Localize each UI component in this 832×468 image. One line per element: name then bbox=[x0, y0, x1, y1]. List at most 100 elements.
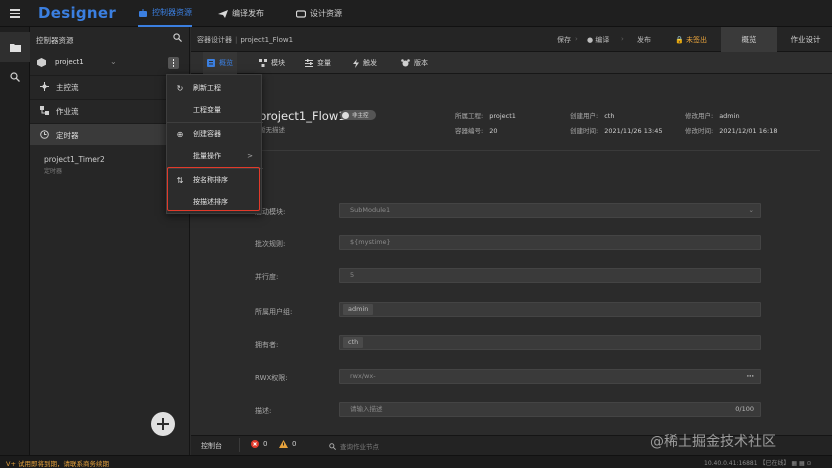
publish-button[interactable]: 发布 bbox=[637, 35, 651, 45]
nav-design-resources[interactable]: 设计资源 bbox=[296, 0, 342, 27]
left-rail bbox=[0, 27, 30, 455]
overview-icon bbox=[207, 59, 215, 67]
warning-icon bbox=[279, 440, 288, 448]
highlight-box bbox=[167, 167, 260, 211]
form-label-description: 描述: bbox=[255, 407, 272, 415]
robot-icon bbox=[139, 8, 147, 17]
owner-select[interactable]: cth bbox=[339, 335, 761, 350]
tab-overview[interactable]: 概览 bbox=[721, 27, 777, 52]
nav-label: 编译发布 bbox=[232, 9, 264, 18]
compile-button[interactable]: ● 编译 bbox=[587, 35, 609, 45]
project-name: project1 bbox=[55, 58, 84, 66]
designer-header: 容器设计器 | project1_Flow1 保存 › ● 编译 › 发布 🔒 未签… bbox=[191, 27, 832, 52]
char-counter: 0/100 bbox=[735, 405, 754, 413]
menu-item-label: 工程变量 bbox=[193, 106, 221, 114]
variable-icon bbox=[305, 59, 313, 67]
user-group-chip: admin bbox=[343, 304, 374, 315]
menu-item-refresh-project[interactable]: ↻ 刷新工程 bbox=[167, 77, 263, 99]
module-icon bbox=[259, 59, 267, 67]
rwx-permission-field[interactable]: rwx/wx- ··· bbox=[339, 369, 761, 384]
menu-item-batch-operations[interactable]: 批量操作 > bbox=[167, 145, 263, 167]
cloud-icon bbox=[296, 9, 306, 18]
plus-icon bbox=[157, 418, 169, 430]
search-icon[interactable] bbox=[0, 62, 30, 92]
subtab-label: 触发 bbox=[363, 59, 377, 67]
description-input[interactable]: 请输入描述 0/100 bbox=[339, 402, 761, 417]
subtab-label: 变量 bbox=[317, 59, 331, 67]
error-icon bbox=[251, 440, 259, 448]
job-node-search[interactable]: 查询作业节点 bbox=[329, 441, 379, 451]
meta-created-at: 创建时间: 2021/11/26 13:45 bbox=[570, 127, 663, 135]
menu-icon[interactable] bbox=[10, 7, 20, 19]
meta-container-id: 容器编号: 20 bbox=[455, 127, 498, 135]
license-warning: V+ 试用即将到期，请联系商务续期 bbox=[6, 460, 109, 468]
add-button[interactable] bbox=[151, 412, 175, 436]
timer-item-type: 定时器 bbox=[44, 168, 63, 175]
nav-compile-publish[interactable]: 编译发布 bbox=[218, 0, 264, 27]
owner-chip: cth bbox=[343, 337, 364, 348]
separator-chevron: › bbox=[575, 35, 578, 43]
menu-item-label: 创建容器 bbox=[193, 130, 221, 138]
subtab-label: 模块 bbox=[271, 59, 285, 67]
parallelism-input[interactable]: 5 bbox=[339, 268, 761, 283]
save-button[interactable]: 保存 bbox=[557, 35, 571, 45]
form-label-user-group: 所属用户组: bbox=[255, 308, 293, 316]
form-label-rwx: RWX权限: bbox=[255, 374, 288, 382]
menu-item-project-variables[interactable]: 工程变量 bbox=[167, 99, 263, 121]
more-icon[interactable]: ··· bbox=[747, 370, 754, 383]
connection-status: 10.40.0.41:16881 【已在线】 ▦ ▦ ⊙ bbox=[704, 460, 812, 467]
section-divider bbox=[205, 150, 820, 151]
lightning-icon bbox=[353, 58, 359, 68]
warning-count[interactable]: 0 bbox=[279, 440, 296, 448]
meta-modified-by: 修改用户: admin bbox=[685, 112, 740, 120]
plus-circle-icon: ⊕ bbox=[176, 129, 184, 139]
meta-project: 所属工程: project1 bbox=[455, 112, 516, 120]
subtab-label: 概览 bbox=[219, 59, 233, 67]
flow-title: project1_Flow1 bbox=[259, 109, 346, 123]
nav-label: 控制器资源 bbox=[152, 8, 192, 17]
search-placeholder: 查询作业节点 bbox=[340, 443, 379, 451]
app-footer: V+ 试用即将到期，请联系商务续期 10.40.0.41:16881 【已在线】… bbox=[0, 455, 832, 468]
top-bar: Designer 控制器资源 编译发布 设计资源 bbox=[0, 0, 832, 27]
form-label-parallelism: 并行度: bbox=[255, 273, 279, 281]
panel-title: 控制器资源 bbox=[36, 36, 74, 45]
menu-item-label: 批量操作 bbox=[193, 152, 221, 160]
more-options-button[interactable] bbox=[168, 57, 179, 69]
separator-chevron: › bbox=[621, 35, 624, 43]
subtab-label: 版本 bbox=[414, 59, 428, 67]
refresh-icon: ↻ bbox=[176, 83, 184, 93]
meta-created-by: 创建用户: cth bbox=[570, 112, 615, 120]
panel-search-icon[interactable] bbox=[173, 33, 182, 42]
subtab-version[interactable]: 版本 bbox=[397, 52, 432, 74]
subtab-overview[interactable]: 概览 bbox=[203, 52, 237, 74]
project-selector[interactable]: project1 ⌄ bbox=[30, 53, 190, 73]
subtab-module[interactable]: 模块 bbox=[255, 52, 289, 74]
timer-item-name[interactable]: project1_Timer2 bbox=[44, 155, 105, 164]
main-flow-icon bbox=[40, 82, 49, 91]
toggle-label: 非主控 bbox=[352, 113, 369, 119]
tab-job-design[interactable]: 作业设计 bbox=[779, 27, 832, 52]
main-control-toggle[interactable]: 非主控 bbox=[340, 110, 376, 120]
form-label-batch-rule: 批次规则: bbox=[255, 240, 286, 248]
meta-modified-at: 修改时间: 2021/12/01 16:18 bbox=[685, 127, 778, 135]
checkout-status[interactable]: 🔒 未签出 bbox=[675, 35, 707, 45]
batch-rule-input[interactable]: ${mystime} bbox=[339, 235, 761, 250]
menu-item-create-container[interactable]: ⊕ 创建容器 bbox=[167, 123, 263, 145]
breadcrumb: 容器设计器 | project1_Flow1 bbox=[197, 36, 294, 44]
folder-icon[interactable] bbox=[0, 32, 30, 62]
nav-controller-resources[interactable]: 控制器资源 bbox=[138, 0, 192, 27]
version-icon bbox=[401, 59, 410, 67]
menu-item-label: 刷新工程 bbox=[193, 84, 221, 92]
start-module-select[interactable]: SubModule1 ⌄ bbox=[339, 203, 761, 218]
subtab-trigger[interactable]: 触发 bbox=[349, 52, 381, 74]
nav-label: 设计资源 bbox=[310, 9, 342, 18]
chevron-down-icon: ⌄ bbox=[110, 57, 117, 66]
cube-icon bbox=[37, 58, 46, 67]
breadcrumb-root[interactable]: 容器设计器 bbox=[197, 36, 232, 44]
error-count[interactable]: 0 bbox=[251, 440, 267, 448]
send-icon bbox=[218, 9, 228, 18]
subtab-variable[interactable]: 变量 bbox=[301, 52, 335, 74]
start-module-value: SubModule1 bbox=[350, 206, 391, 214]
console-tab[interactable]: 控制台 bbox=[201, 441, 222, 451]
user-group-select[interactable]: admin bbox=[339, 302, 761, 317]
